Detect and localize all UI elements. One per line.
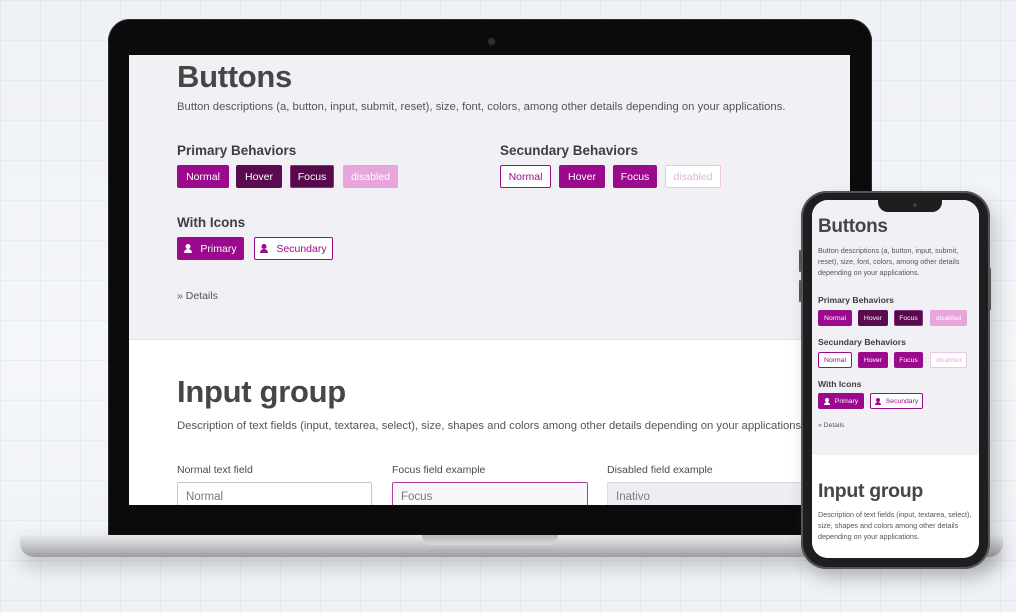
- mobile-primary-normal-button[interactable]: Normal: [818, 310, 852, 326]
- input-group-section: Input group Description of text fields (…: [129, 340, 850, 505]
- mobile-secondary-hover-button[interactable]: Hover: [858, 352, 888, 368]
- person-icon: [823, 398, 830, 405]
- secondary-normal-button[interactable]: Normal: [500, 165, 551, 188]
- buttons-section: Buttons Button descriptions (a, button, …: [129, 55, 850, 340]
- mobile-buttons-section: Buttons Button descriptions (a, button, …: [812, 200, 979, 455]
- primary-disabled-button: disabled: [343, 165, 398, 188]
- mobile-buttons-title: Buttons: [818, 216, 888, 237]
- input-group-title: Input group: [177, 374, 346, 409]
- buttons-description: Button descriptions (a, button, input, s…: [177, 101, 786, 113]
- mobile-primary-focus-button[interactable]: Focus: [894, 310, 923, 326]
- primary-normal-button[interactable]: Normal: [177, 165, 229, 188]
- secondary-focus-button[interactable]: Focus: [613, 165, 657, 188]
- primary-icon-button-label: Primary: [200, 242, 237, 255]
- mobile-secondary-focus-button[interactable]: Focus: [894, 352, 923, 368]
- mobile-primary-hover-button[interactable]: Hover: [858, 310, 888, 326]
- mobile-primary-icon-button[interactable]: Primary: [818, 393, 864, 409]
- mobile-primary-icon-button-label: Primary: [834, 397, 859, 405]
- primary-focus-button[interactable]: Focus: [290, 165, 334, 188]
- mobile-secondary-icon-button-label: Secundary: [885, 397, 919, 405]
- mobile-with-icons-heading: With Icons: [818, 379, 862, 389]
- mobile-secondary-normal-button[interactable]: Normal: [818, 352, 852, 368]
- phone-camera-icon: [913, 203, 917, 207]
- normal-text-field[interactable]: Normal: [177, 482, 372, 505]
- phone-screen: Buttons Button descriptions (a, button, …: [812, 200, 979, 558]
- mobile-input-group-title: Input group: [818, 480, 923, 502]
- primary-hover-button[interactable]: Hover: [236, 165, 282, 188]
- input-group-description: Description of text fields (input, texta…: [177, 420, 805, 432]
- laptop-screen: Buttons Button descriptions (a, button, …: [129, 55, 850, 505]
- mobile-secondary-disabled-button: disabled: [930, 352, 967, 368]
- mobile-details-link[interactable]: » Details: [818, 422, 844, 429]
- buttons-title: Buttons: [177, 59, 292, 94]
- focus-field-label: Focus field example: [392, 464, 486, 476]
- mobile-input-group-section: Input group Description of text fields (…: [812, 455, 979, 558]
- secondary-icon-button[interactable]: Secundary: [254, 237, 333, 260]
- mobile-secondary-icon-button[interactable]: Secundary: [870, 393, 923, 409]
- secondary-hover-button[interactable]: Hover: [559, 165, 605, 188]
- person-icon: [874, 398, 881, 405]
- primary-behaviors-heading: Primary Behaviors: [177, 143, 297, 158]
- details-link[interactable]: » Details: [177, 290, 218, 302]
- laptop-opening-notch: [422, 535, 558, 545]
- mobile-primary-heading: Primary Behaviors: [818, 295, 894, 305]
- with-icons-heading: With Icons: [177, 215, 246, 230]
- normal-field-label: Normal text field: [177, 464, 253, 476]
- mobile-buttons-description: Button descriptions (a, button, input, s…: [818, 246, 960, 277]
- person-icon: [260, 244, 269, 253]
- mobile-input-group-description: Description of text fields (input, texta…: [818, 510, 972, 541]
- disabled-field-label: Disabled field example: [607, 464, 713, 476]
- person-icon: [184, 244, 193, 253]
- secondary-behaviors-heading: Secundary Behaviors: [500, 143, 639, 158]
- secondary-disabled-button: disabled: [665, 165, 721, 188]
- secondary-icon-button-label: Secundary: [276, 242, 327, 255]
- mobile-primary-disabled-button: disabled: [930, 310, 967, 326]
- primary-icon-button[interactable]: Primary: [177, 237, 244, 260]
- focus-text-field[interactable]: Focus: [392, 482, 588, 505]
- phone-notch: [878, 199, 942, 212]
- camera-icon: [488, 38, 495, 45]
- mobile-secondary-heading: Secundary Behaviors: [818, 337, 906, 347]
